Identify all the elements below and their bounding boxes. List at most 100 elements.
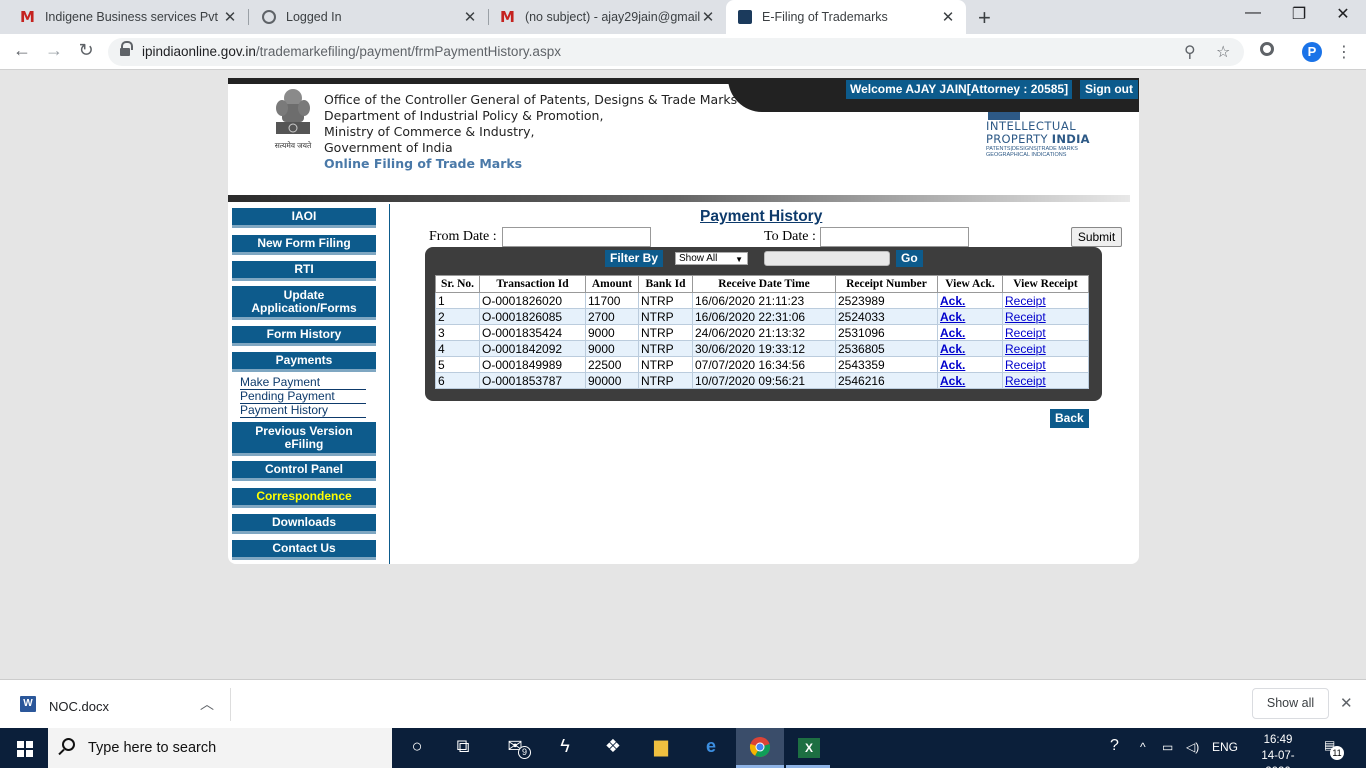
cell-receipt: Receipt [1002,292,1089,309]
tab-efiling-trademarks[interactable]: E-Filing of Trademarks ✕ [726,0,966,34]
gmail-icon: M [500,8,515,26]
close-tab-icon[interactable]: ✕ [940,8,956,26]
downloads-bar: W NOC.docx ︿ Show all ✕ [0,679,1366,728]
tab-title: Logged In [286,10,342,24]
receipt-link[interactable]: Receipt [1005,358,1046,372]
close-downloads-icon[interactable]: ✕ [1340,694,1353,712]
sidebar-item-contact-us[interactable]: Contact Us [232,540,376,560]
sway-icon[interactable]: ϟ [552,736,578,760]
sidebar-sublink-payment-history[interactable]: Payment History [240,404,366,418]
tab-gmail-indigene[interactable]: M Indigene Business services Pvt Ltd ✕ [8,0,248,34]
sign-out-button[interactable]: Sign out [1080,80,1138,99]
sidebar-item-form-history[interactable]: Form History [232,326,376,346]
edge-icon[interactable]: e [698,736,724,760]
sidebar-item-iaoi[interactable]: IAOI [232,208,376,228]
file-explorer-icon[interactable]: ▆ [648,736,674,760]
notification-center-icon[interactable]: ▤ 11 [1324,738,1344,760]
sidebar-item-control-panel[interactable]: Control Panel [232,461,376,481]
go-button[interactable]: Go [896,250,923,267]
receipt-link[interactable]: Receipt [1005,310,1046,324]
chrome-icon[interactable] [747,736,773,760]
ack-link[interactable]: Ack. [940,294,965,308]
cell-sr: 5 [435,356,480,373]
back-button[interactable]: Back [1050,409,1089,428]
zoom-icon[interactable]: ⚲ [1184,42,1196,62]
filter-select-value: Show All [679,253,718,264]
search-placeholder: Type here to search [88,740,217,756]
cell-sr: 2 [435,308,480,325]
bookmark-star-icon[interactable]: ☆ [1216,42,1230,62]
receipt-link[interactable]: Receipt [1005,342,1046,356]
excel-icon[interactable]: X [796,736,822,760]
cell-date: 24/06/2020 21:13:32 [692,324,836,341]
chevron-up-icon[interactable]: ︿ [200,694,214,714]
ack-link[interactable]: Ack. [940,342,965,356]
cell-date: 16/06/2020 21:11:23 [692,292,836,309]
close-tab-icon[interactable]: ✕ [700,8,716,26]
restore-icon[interactable]: ❐ [1276,4,1322,24]
show-all-button[interactable]: Show all [1252,688,1329,719]
filter-text-input[interactable] [764,251,890,266]
sidebar-item-downloads[interactable]: Downloads [232,514,376,534]
clock-time: 16:49 [1263,734,1293,746]
cell-ack: Ack. [937,340,1003,357]
tab-gmail-no-subject[interactable]: M (no subject) - ajay29jain@gmail.com ✕ [488,0,726,34]
from-date-label: From Date : [429,229,497,244]
download-item-name[interactable]: NOC.docx [49,699,109,714]
ack-link[interactable]: Ack. [940,374,965,388]
close-tab-icon[interactable]: ✕ [222,8,238,26]
profile-p-icon[interactable]: P [1302,42,1322,62]
cell-date: 30/06/2020 19:33:12 [692,340,836,357]
sidebar-sublink-make-payment[interactable]: Make Payment [240,376,366,390]
menu-kebab-icon[interactable]: ⋮ [1336,42,1352,62]
url-text[interactable]: ipindiaonline.gov.in/trademarkefiling/pa… [142,44,561,59]
extension-icon[interactable] [1260,42,1274,56]
sidebar-item-previous-version[interactable]: Previous Version eFiling [232,422,376,456]
cell-transaction-id: O-0001826020 [479,292,586,309]
minimize-icon[interactable]: — [1230,4,1276,22]
back-arrow-icon[interactable]: ← [10,40,34,61]
taskbar-search-box[interactable]: Type here to search [48,728,392,768]
sidebar-item-new-form-filing[interactable]: New Form Filing [232,235,376,255]
close-window-icon[interactable]: ✕ [1320,4,1366,24]
help-icon[interactable]: ? [1110,737,1119,755]
ack-link[interactable]: Ack. [940,358,965,372]
filter-select[interactable]: Show All ▼ [675,252,748,265]
header-line-4: Government of India [324,140,453,155]
receipt-link[interactable]: Receipt [1005,294,1046,308]
sidebar-item-correspondence[interactable]: Correspondence [232,488,376,508]
forward-arrow-icon[interactable]: → [42,40,66,61]
cell-receipt-number: 2531096 [835,324,938,341]
url-omnibox[interactable]: ipindiaonline.gov.in/trademarkefiling/pa… [108,38,1244,66]
sidebar-item-payments[interactable]: Payments [232,352,376,372]
sidebar-item-rti[interactable]: RTI [232,261,376,281]
tab-logged-in[interactable]: Logged In ✕ [250,0,488,34]
language-indicator[interactable]: ENG [1212,740,1238,754]
mail-icon[interactable]: ✉ 9 [502,736,531,760]
dropbox-icon[interactable]: ❖ [600,736,626,760]
volume-icon[interactable]: ◁) [1186,740,1199,754]
sidebar-item-update-application[interactable]: Update Application/Forms [232,286,376,320]
receipt-link[interactable]: Receipt [1005,374,1046,388]
windows-start-icon[interactable] [17,741,33,757]
reload-icon[interactable]: ↻ [74,40,98,61]
receipt-link[interactable]: Receipt [1005,326,1046,340]
cell-bank-id: NTRP [638,340,693,357]
ack-link[interactable]: Ack. [940,310,965,324]
close-tab-icon[interactable]: ✕ [462,8,478,26]
header-title-block: Office of the Controller General of Pate… [324,92,737,172]
table-row: 2 O-0001826085 2700 NTRP 16/06/2020 22:3… [435,308,1089,325]
table-header-row: Sr. No. Transaction Id Amount Bank Id Re… [435,275,1089,293]
submit-button[interactable]: Submit [1071,227,1122,247]
task-view-icon[interactable]: ⧉ [450,736,476,760]
sidebar-sublink-pending-payment[interactable]: Pending Payment [240,390,366,404]
cell-bank-id: NTRP [638,372,693,389]
system-clock[interactable]: 16:49 14-07-2020 [1250,732,1306,768]
new-tab-icon[interactable]: + [978,5,991,31]
from-date-input[interactable] [502,227,651,247]
cortana-icon[interactable]: ○ [404,736,430,760]
to-date-input[interactable] [820,227,969,247]
chevron-up-tray-icon[interactable]: ^ [1140,740,1146,754]
ack-link[interactable]: Ack. [940,326,965,340]
battery-icon[interactable]: ▭ [1162,740,1173,754]
